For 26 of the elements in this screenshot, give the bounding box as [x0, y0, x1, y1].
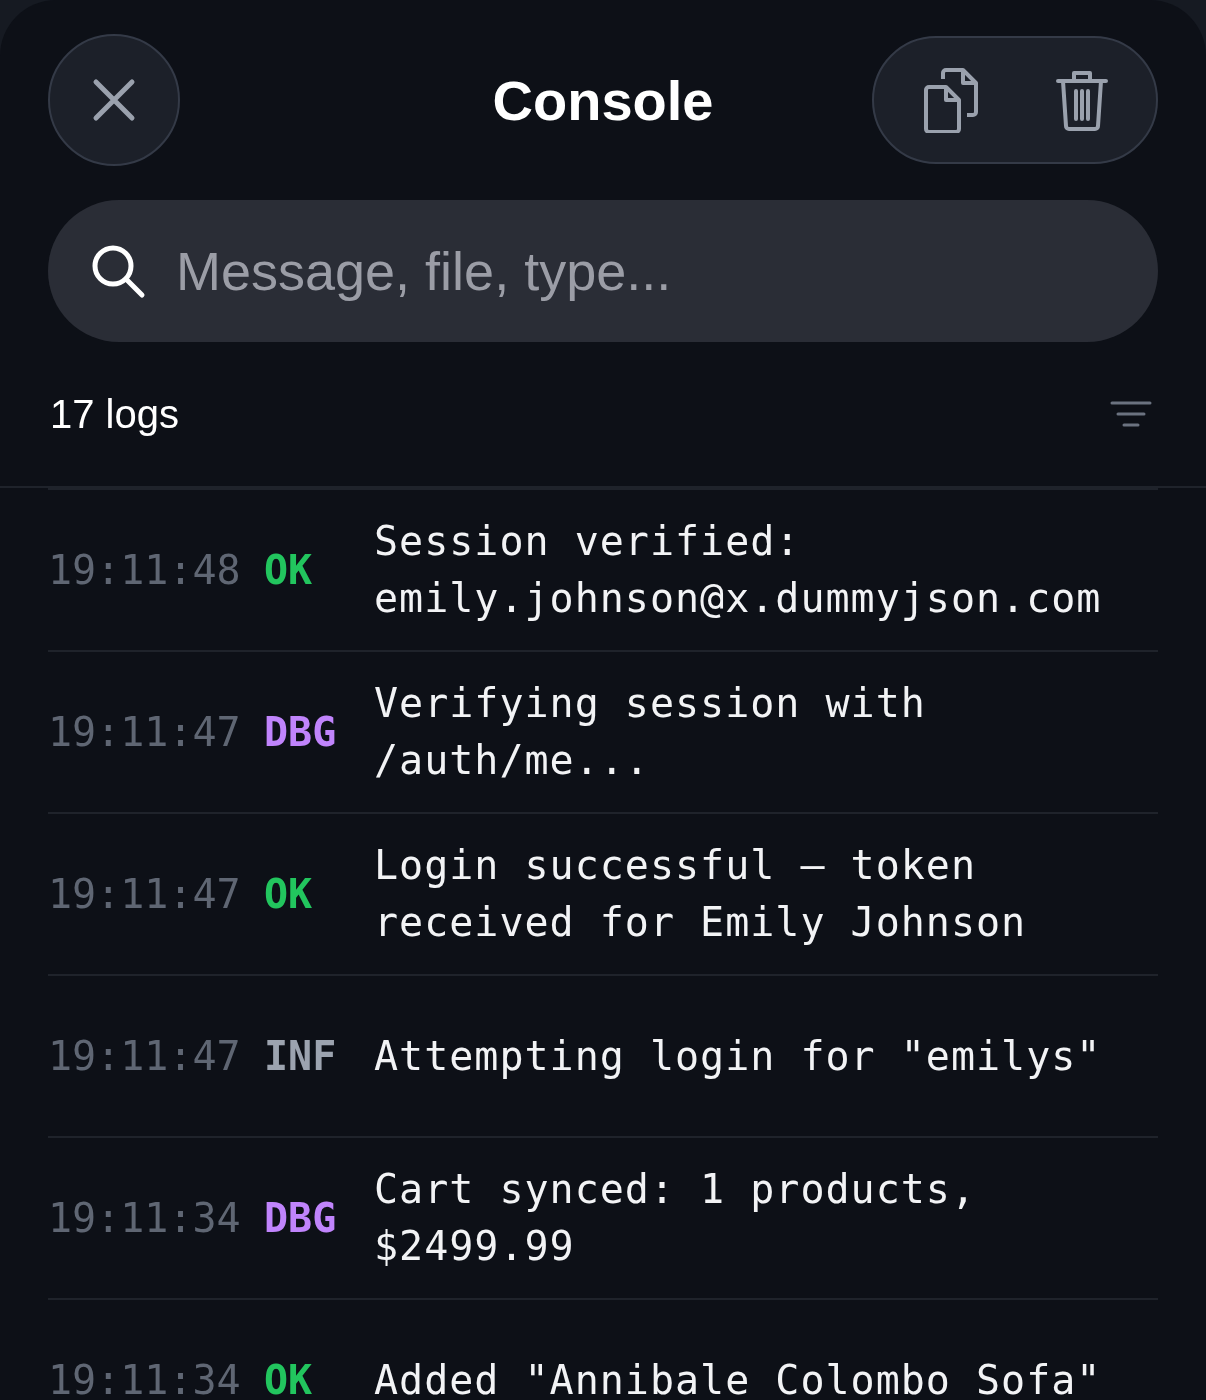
log-message: Attempting login for "emilys" [374, 1031, 1103, 1081]
log-time: 19:11:34 [48, 1355, 242, 1400]
log-time: 19:11:47 [48, 869, 242, 919]
search-field[interactable]: Message, file, type... [48, 200, 1158, 342]
log-time: 19:11:47 [48, 1031, 242, 1081]
log-level: INF [264, 1031, 338, 1081]
log-level: OK [264, 545, 314, 595]
log-message: Login successful — token received for Emily Johnson [374, 841, 1028, 947]
log-message: Session verified: emily.johnson@x.dummyjson.com [374, 517, 1103, 623]
log-count: 17 logs [50, 391, 179, 437]
search-input[interactable]: Message, file, type... [174, 239, 1122, 303]
trash-icon[interactable] [1055, 69, 1108, 131]
log-message: Verifying session with /auth/me... [374, 679, 927, 785]
log-time: 19:11:34 [48, 1193, 242, 1243]
log-time: 19:11:48 [48, 545, 242, 595]
window-title: Console [492, 68, 714, 133]
log-level: OK [264, 869, 314, 919]
log-time: 19:11:47 [48, 707, 242, 757]
log-level: OK [264, 1355, 314, 1400]
filter-icon[interactable] [1110, 400, 1152, 428]
log-message: Cart synced: 1 products, $2499.99 [374, 1165, 977, 1271]
log-level: DBG [264, 1193, 338, 1243]
copy-icon[interactable] [922, 67, 979, 133]
log-message: Added "Annibale Colombo Sofa" [374, 1355, 1103, 1400]
search-icon [90, 243, 146, 299]
log-level: DBG [264, 707, 338, 757]
